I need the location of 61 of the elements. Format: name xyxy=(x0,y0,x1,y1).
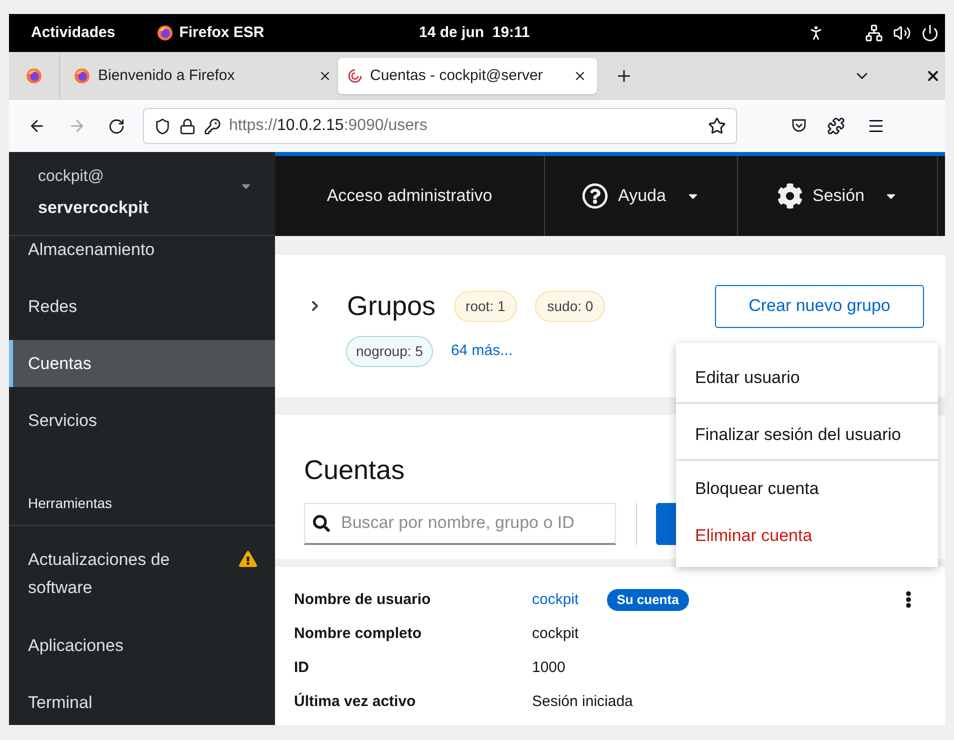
key-icon[interactable] xyxy=(204,118,221,134)
menu-icon[interactable] xyxy=(867,117,885,135)
nav-item[interactable]: Redes xyxy=(9,283,275,330)
field-label: ID xyxy=(294,658,310,678)
section-header: Herramientas xyxy=(28,494,112,513)
url-field[interactable]: https://10.0.2.15:9090/users xyxy=(143,108,737,144)
field-value: 1000 xyxy=(532,658,566,678)
power-icon[interactable] xyxy=(921,24,939,42)
new-tab-icon[interactable] xyxy=(615,67,633,85)
more-link[interactable]: 64 más... xyxy=(450,340,513,362)
firefox-icon xyxy=(74,68,90,84)
menu-item[interactable]: Eliminar cuenta xyxy=(676,512,938,559)
help-icon xyxy=(582,182,608,209)
menu-item[interactable]: Bloquear cuenta xyxy=(676,465,938,512)
group-label: root: 1 xyxy=(454,290,518,322)
browser-tab[interactable]: Cuentas - cockpit@server xyxy=(338,58,597,94)
firefox-icon xyxy=(157,25,174,41)
back-icon[interactable] xyxy=(28,117,46,135)
close-icon[interactable] xyxy=(573,69,587,83)
close-window-icon[interactable] xyxy=(925,68,941,84)
browser-tab[interactable]: Bienvenido a Firefox xyxy=(72,58,334,94)
section-title: Grupos xyxy=(347,290,436,323)
username-link[interactable]: cockpit xyxy=(532,589,579,612)
field-label: Última vez activo xyxy=(294,692,417,712)
firefox-icon xyxy=(26,68,42,84)
nav-item[interactable]: Actualizaciones de software xyxy=(9,536,275,612)
group-label: nogroup: 5 xyxy=(346,336,433,367)
create-group-button[interactable]: Crear nuevo grupo xyxy=(715,284,924,328)
pocket-icon[interactable] xyxy=(791,118,807,134)
lock-icon[interactable] xyxy=(179,118,196,134)
spiral-icon xyxy=(348,69,362,83)
admin-access-button[interactable]: Acceso administrativo xyxy=(275,156,545,236)
volume-icon[interactable] xyxy=(893,24,911,42)
nav-item[interactable]: Servicios xyxy=(9,397,275,444)
nav-item[interactable]: Terminal xyxy=(9,679,275,725)
search-field[interactable]: Buscar por nombre, grupo o ID xyxy=(304,502,616,545)
nav-item[interactable]: Aplicaciones xyxy=(9,622,275,669)
warning-icon xyxy=(239,550,257,568)
section-title: Cuentas xyxy=(304,454,405,488)
app-name: Firefox ESR xyxy=(179,22,264,43)
search-icon xyxy=(313,514,330,532)
shield-icon[interactable] xyxy=(154,118,171,134)
menu-item[interactable]: Finalizar sesión del usuario xyxy=(676,408,938,461)
menu-item[interactable]: Editar usuario xyxy=(676,351,938,404)
reload-icon[interactable] xyxy=(108,118,125,134)
field-value: Sesión iniciada xyxy=(532,692,633,712)
extensions-icon[interactable] xyxy=(827,117,845,135)
field-label: Nombre de usuario xyxy=(294,590,432,610)
field-label: Nombre completo xyxy=(294,624,423,644)
your-account-badge: Su cuenta xyxy=(606,589,689,610)
activities-button[interactable]: Actividades xyxy=(31,22,116,44)
settings-icon xyxy=(776,182,802,209)
star-icon[interactable] xyxy=(708,117,726,135)
network-icon[interactable] xyxy=(865,24,883,42)
help-menu-button[interactable]: Ayuda xyxy=(545,156,738,236)
field-value: cockpit xyxy=(532,624,579,644)
group-label: sudo: 0 xyxy=(535,290,606,322)
session-menu-button[interactable]: Sesión xyxy=(738,156,938,236)
close-icon[interactable] xyxy=(318,69,332,83)
clock[interactable]: 14 de jun 19:11 xyxy=(419,22,530,44)
nav-item[interactable]: Cuentas xyxy=(9,340,275,387)
